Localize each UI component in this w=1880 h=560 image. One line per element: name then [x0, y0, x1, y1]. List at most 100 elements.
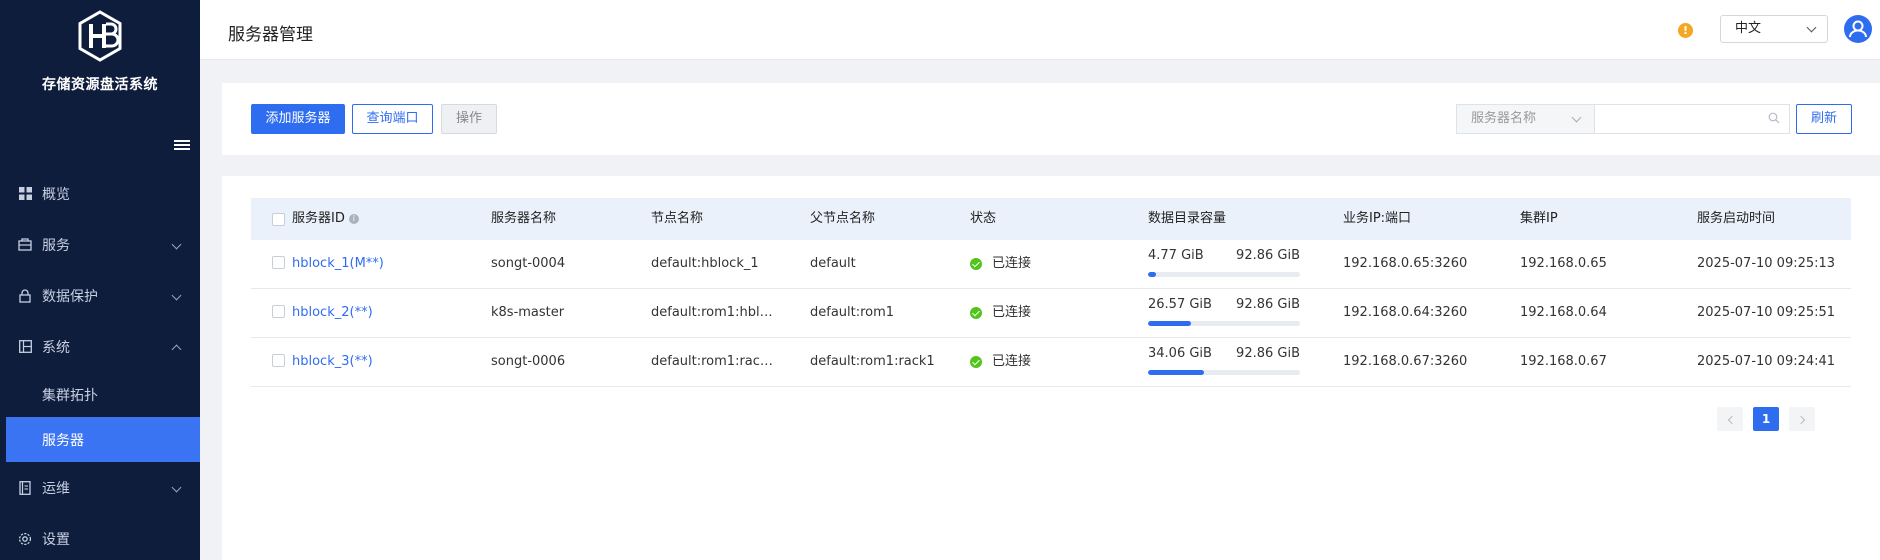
search-input[interactable] — [1594, 104, 1790, 134]
row-checkbox[interactable] — [272, 305, 285, 318]
biz-ip: 192.168.0.65:3260 — [1343, 256, 1468, 271]
sidebar-item-settings[interactable]: 设置 — [0, 513, 200, 560]
server-id-link[interactable]: hblock_1(M**) — [292, 240, 482, 288]
column-header-id[interactable]: 服务器ID i — [292, 198, 359, 240]
chevron-left-icon — [1727, 415, 1736, 425]
select-all-checkbox[interactable] — [272, 213, 285, 226]
status-text: 已连接 — [992, 256, 1032, 271]
column-header-capacity: 数据目录容量 — [1148, 211, 1227, 226]
sidebar-item-service[interactable]: 服务 — [0, 219, 200, 270]
node-name: default:rom1:hblock_2 — [651, 305, 773, 320]
warning-icon[interactable]: ! — [1678, 23, 1693, 38]
cluster-ip: 192.168.0.64 — [1520, 305, 1607, 320]
page-1-button[interactable]: 1 — [1753, 407, 1779, 431]
page-title: 服务器管理 — [228, 25, 313, 45]
sidebar-item-label: 设置 — [42, 531, 70, 548]
status-text: 已连接 — [992, 305, 1032, 320]
sidebar-item-label: 概览 — [42, 186, 70, 203]
server-id-link[interactable]: hblock_3(**) — [292, 338, 482, 386]
node-name: default:hblock_1 — [651, 256, 759, 271]
table-row: hblock_3(**) songt-0006 default:rom1:rac… — [251, 338, 1851, 387]
sidebar-subitem-label: 集群拓扑 — [42, 387, 98, 404]
menu-collapse-button[interactable] — [174, 138, 190, 154]
capacity-used: 34.06 GiB — [1148, 346, 1212, 361]
app-title: 存储资源盘活系统 — [42, 77, 158, 93]
biz-ip: 192.168.0.67:3260 — [1343, 354, 1468, 369]
capacity-total: 92.86 GiB — [1236, 297, 1300, 312]
column-header-node: 节点名称 — [651, 211, 704, 226]
table-row: hblock_2(**) k8s-master default:rom1:hbl… — [251, 289, 1851, 338]
language-select[interactable]: 中文 — [1720, 15, 1828, 43]
top-header: 服务器管理 ! 中文 — [200, 0, 1880, 60]
chevron-down-icon — [171, 290, 182, 300]
capacity-used: 26.57 GiB — [1148, 297, 1212, 312]
sidebar-item-ops[interactable]: 运维 — [0, 462, 200, 513]
parent-node-name: default — [810, 256, 856, 271]
logo-icon — [78, 10, 122, 62]
info-icon[interactable]: i — [348, 213, 359, 224]
column-header-cluster-ip: 集群IP — [1520, 211, 1558, 226]
capacity-bar-fill — [1148, 321, 1192, 326]
start-time: 2025-07-10 09:25:51 — [1697, 305, 1836, 320]
chevron-up-icon — [171, 344, 182, 354]
table-row: hblock_1(M**) songt-0004 default:hblock_… — [251, 240, 1851, 289]
sidebar-item-label: 运维 — [42, 480, 70, 497]
capacity-bar-fill — [1148, 370, 1204, 375]
cluster-ip: 192.168.0.67 — [1520, 354, 1607, 369]
prev-page-button[interactable] — [1717, 407, 1743, 431]
capacity-bar — [1148, 272, 1300, 277]
capacity-used: 4.77 GiB — [1148, 248, 1204, 263]
capacity-bar — [1148, 370, 1300, 375]
chevron-down-icon — [171, 239, 182, 249]
table-header: 服务器ID i 服务器名称 节点名称 父节点名称 状态 数据目录容量 业务IP:端… — [251, 198, 1851, 240]
language-value: 中文 — [1735, 21, 1762, 36]
server-table-card: 服务器ID i 服务器名称 节点名称 父节点名称 状态 数据目录容量 业务IP:端… — [222, 176, 1880, 560]
sidebar-item-label: 系统 — [42, 339, 70, 356]
box-icon — [18, 238, 32, 252]
capacity-bar-fill — [1148, 272, 1156, 277]
sidebar-subitem-cluster-topology[interactable]: 集群拓扑 — [0, 372, 200, 417]
column-header-biz-ip: 业务IP:端口 — [1343, 211, 1412, 226]
parent-node-name: default:rom1 — [810, 305, 895, 320]
logo-area: 存储资源盘活系统 — [0, 0, 200, 130]
next-page-button[interactable] — [1789, 407, 1815, 431]
sidebar-item-overview[interactable]: 概览 — [0, 168, 200, 219]
toolbar: 添加服务器 查询端口 操作 服务器名称 刷新 — [222, 83, 1880, 155]
connected-icon — [970, 356, 982, 368]
search-icon[interactable] — [1768, 112, 1780, 124]
cluster-ip: 192.168.0.65 — [1520, 256, 1607, 271]
connected-icon — [970, 307, 982, 319]
refresh-button[interactable]: 刷新 — [1796, 104, 1852, 134]
search-type-select[interactable]: 服务器名称 — [1456, 104, 1594, 134]
sidebar-item-label: 数据保护 — [42, 288, 98, 305]
sidebar: 存储资源盘活系统 概览 服务 数据保护 系统 集群拓扑 服务器 运维 设置 — [0, 0, 200, 560]
column-header-status: 状态 — [970, 211, 997, 226]
chevron-right-icon — [1796, 415, 1805, 425]
server-id-link[interactable]: hblock_2(**) — [292, 289, 482, 337]
layout-icon — [18, 340, 32, 354]
action-button[interactable]: 操作 — [441, 104, 497, 134]
sidebar-menu: 概览 服务 数据保护 系统 集群拓扑 服务器 运维 设置 — [0, 168, 200, 560]
user-avatar-icon[interactable] — [1844, 15, 1872, 43]
sidebar-subitem-servers[interactable]: 服务器 — [6, 417, 200, 462]
query-port-button[interactable]: 查询端口 — [352, 104, 433, 134]
add-server-button[interactable]: 添加服务器 — [251, 104, 345, 134]
column-header-start-time: 服务启动时间 — [1697, 211, 1776, 226]
node-name: default:rom1:rack1:hblock_3 — [651, 354, 773, 369]
server-name: k8s-master — [491, 305, 565, 320]
row-checkbox[interactable] — [272, 256, 285, 269]
server-name: songt-0006 — [491, 354, 566, 369]
connected-icon — [970, 258, 982, 270]
chevron-down-icon — [1806, 22, 1817, 33]
sidebar-item-label: 服务 — [42, 237, 70, 254]
lock-icon — [18, 288, 32, 303]
status-text: 已连接 — [992, 354, 1032, 369]
grid-icon — [18, 187, 32, 201]
sidebar-item-data-protection[interactable]: 数据保护 — [0, 270, 200, 321]
parent-node-name: default:rom1:rack1 — [810, 354, 935, 369]
chevron-down-icon — [171, 482, 182, 492]
sidebar-item-system[interactable]: 系统 — [0, 321, 200, 372]
server-name: songt-0004 — [491, 256, 566, 271]
column-header-label: 服务器ID — [292, 211, 345, 226]
row-checkbox[interactable] — [272, 354, 285, 367]
